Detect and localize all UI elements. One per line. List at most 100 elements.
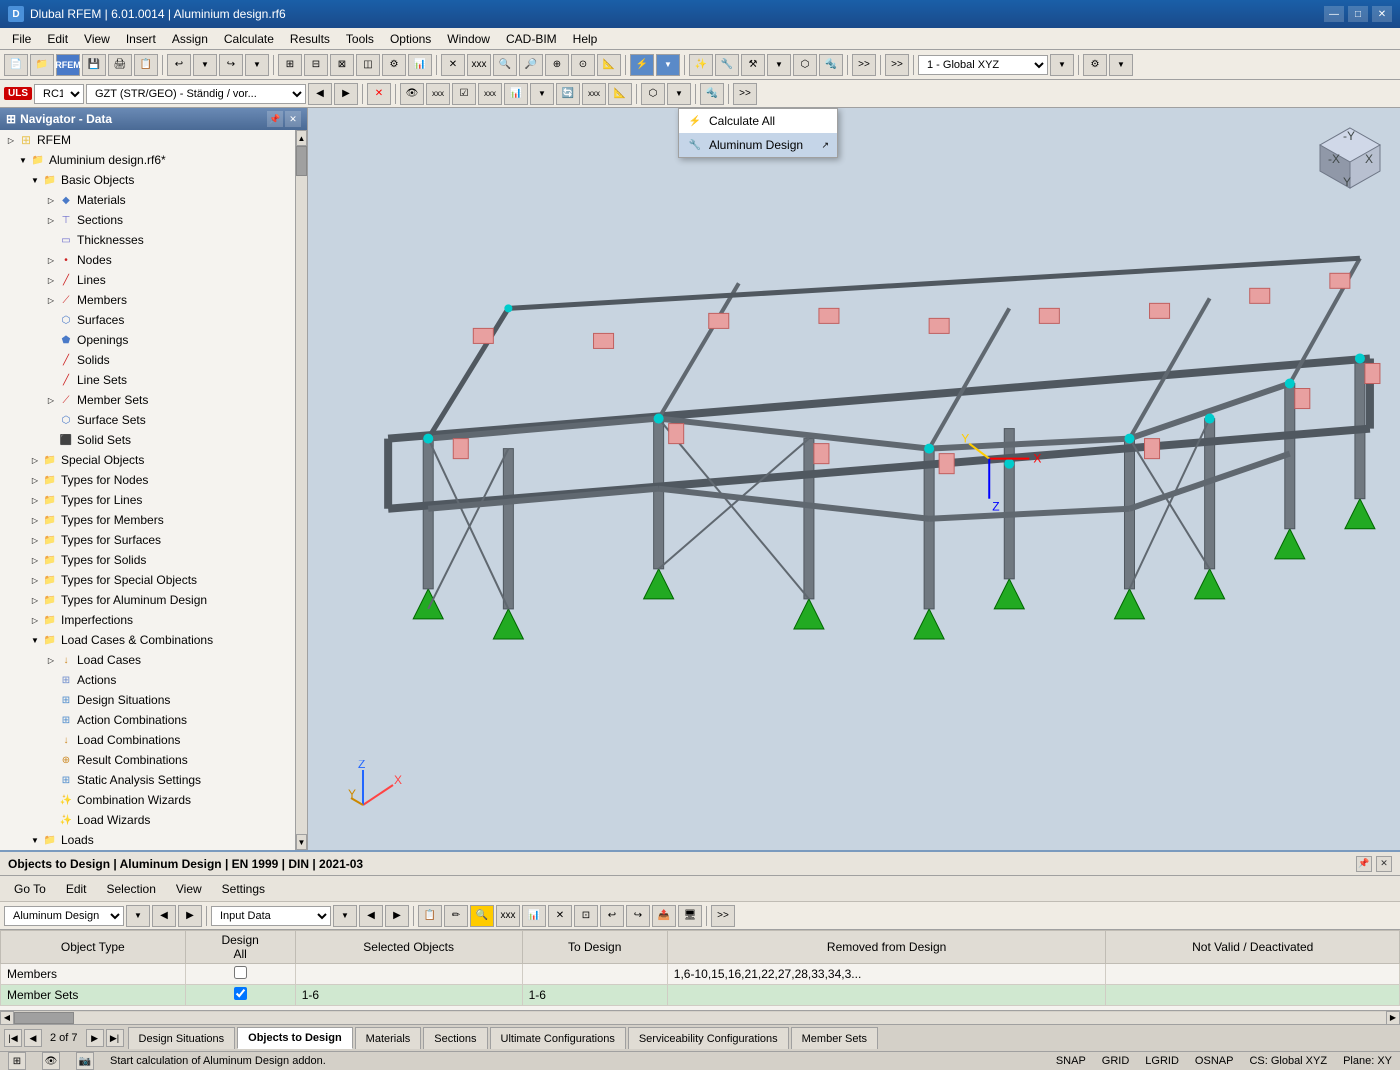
tb9[interactable]: ✕ [441, 54, 465, 76]
tb3[interactable]: ⊞ [278, 54, 302, 76]
nav-materials[interactable]: ▷ ◆ Materials [0, 190, 295, 210]
calculate-all-item[interactable]: ⚡ Calculate All [679, 109, 837, 133]
tb35[interactable]: >> [733, 83, 757, 105]
nav-load-cases-combs[interactable]: ▼ 📁 Load Cases & Combinations [0, 630, 295, 650]
data-prev-btn[interactable]: ◀ [359, 905, 383, 927]
rfem-button[interactable]: RFEM [56, 54, 80, 76]
tb19[interactable]: ⬡ [793, 54, 817, 76]
nav-solid-sets[interactable]: ⬛ Solid Sets [0, 430, 295, 450]
tb32[interactable]: ⬡ [641, 83, 665, 105]
save-button[interactable]: 💾 [82, 54, 106, 76]
load-combo[interactable]: GZT (STR/GEO) - Ständig / vor... [86, 84, 306, 104]
menu-results[interactable]: Results [282, 28, 338, 50]
page-pagination[interactable]: |◀ ◀ 2 of 7 ▶ ▶| [4, 1029, 124, 1047]
nav-lines[interactable]: ▷ ╱ Lines [0, 270, 295, 290]
tb21[interactable]: >> [852, 54, 876, 76]
tb20[interactable]: 🔩 [819, 54, 843, 76]
bt3[interactable]: 🔍 [470, 905, 494, 927]
redo-button[interactable]: ↪ [219, 54, 243, 76]
nav-load-combinations[interactable]: ↓ Load Combinations [0, 730, 295, 750]
next-page-btn[interactable]: ▶ [86, 1029, 104, 1047]
tb7[interactable]: ⚙ [382, 54, 406, 76]
prev-page-btn[interactable]: ◀ [24, 1029, 42, 1047]
data-next-btn[interactable]: ▶ [385, 905, 409, 927]
bt10[interactable]: 📤 [652, 905, 676, 927]
tab-ultimate-configs[interactable]: Ultimate Configurations [490, 1027, 626, 1049]
tab-objects-to-design[interactable]: Objects to Design [237, 1027, 353, 1049]
nav-static-analysis[interactable]: ⊞ Static Analysis Settings [0, 770, 295, 790]
tb23[interactable]: ✕ [367, 83, 391, 105]
tb14[interactable]: ⊙ [571, 54, 595, 76]
nav-types-aluminum[interactable]: ▷ 📁 Types for Aluminum Design [0, 590, 295, 610]
nav-scroll-up-btn[interactable]: ▲ [296, 130, 307, 146]
prev-lc-btn[interactable]: ◀ [308, 83, 332, 105]
nav-scroll-down-btn[interactable]: ▼ [296, 834, 307, 850]
nav-close-btn[interactable]: ✕ [285, 111, 301, 127]
nav-special-objects[interactable]: ▷ 📁 Special Objects [0, 450, 295, 470]
tb26[interactable]: ☑ [452, 83, 476, 105]
calculate-dropdown-menu[interactable]: ⚡ Calculate All 🔧 Aluminum Design ↗ [678, 108, 838, 158]
cell-msets-design-all[interactable] [185, 985, 295, 1006]
first-page-btn[interactable]: |◀ [4, 1029, 22, 1047]
tab-materials[interactable]: Materials [355, 1027, 422, 1049]
edit-menu[interactable]: Edit [58, 878, 95, 900]
tb34[interactable]: 🔩 [700, 83, 724, 105]
module-next-btn[interactable]: ▶ [178, 905, 202, 927]
cell-members-design-all[interactable] [185, 964, 295, 985]
menu-cad-bim[interactable]: CAD-BIM [498, 28, 565, 50]
open-file-button[interactable]: 📁 [30, 54, 54, 76]
nav-imperfections[interactable]: ▷ 📁 Imperfections [0, 610, 295, 630]
table-h-scrollbar[interactable]: ◀ ▶ [0, 1010, 1400, 1024]
nav-thicknesses[interactable]: ▭ Thicknesses [0, 230, 295, 250]
tb18b[interactable]: ▼ [767, 54, 791, 76]
bt8[interactable]: ↩ [600, 905, 624, 927]
tb31[interactable]: 📐 [608, 83, 632, 105]
tb15[interactable]: 📐 [597, 54, 621, 76]
bt7[interactable]: ⊡ [574, 905, 598, 927]
nav-member-sets[interactable]: ▷ ⟋ Member Sets [0, 390, 295, 410]
nav-load-cases[interactable]: ▷ ↓ Load Cases [0, 650, 295, 670]
menu-options[interactable]: Options [382, 28, 439, 50]
calc-all-button[interactable]: ⚡ [630, 54, 654, 76]
nav-load-wizards[interactable]: ✨ Load Wizards [0, 810, 295, 830]
module-prev-btn[interactable]: ◀ [152, 905, 176, 927]
module-dropdown[interactable]: Aluminum Design [4, 906, 124, 926]
objects-table-container[interactable]: Object Type DesignAll Selected Objects T… [0, 930, 1400, 1010]
tb10[interactable]: xxx [467, 54, 491, 76]
tb24[interactable]: 👁 [400, 83, 424, 105]
navigator-content[interactable]: ▷ ⊞ RFEM ▼ 📁 Aluminium design.rf6* ▼ 📁 [0, 130, 295, 850]
menu-calculate[interactable]: Calculate [216, 28, 282, 50]
tab-member-sets[interactable]: Member Sets [791, 1027, 878, 1049]
tb6[interactable]: ◫ [356, 54, 380, 76]
member-sets-design-all-checkbox[interactable] [234, 987, 247, 1000]
bt11[interactable]: 🖥 [678, 905, 702, 927]
new-file-button[interactable]: 📄 [4, 54, 28, 76]
last-page-btn[interactable]: ▶| [106, 1029, 124, 1047]
nav-surfaces[interactable]: ⬡ Surfaces [0, 310, 295, 330]
tb17[interactable]: 🔧 [715, 54, 739, 76]
nav-types-surfaces[interactable]: ▷ 📁 Types for Surfaces [0, 530, 295, 550]
bt4[interactable]: xxx [496, 905, 520, 927]
aluminum-design-item[interactable]: 🔧 Aluminum Design ↗ [679, 133, 837, 157]
tb28[interactable]: 📊 [504, 83, 528, 105]
settings-btn[interactable]: ⚙ [1083, 54, 1107, 76]
nav-loads[interactable]: ▼ 📁 Loads [0, 830, 295, 850]
nav-actions[interactable]: ⊞ Actions [0, 670, 295, 690]
tb16[interactable]: ✨ [689, 54, 713, 76]
menu-help[interactable]: Help [565, 28, 606, 50]
scroll-h-thumb[interactable] [14, 1012, 74, 1024]
viewport[interactable]: X Y Z X Z Y [308, 108, 1400, 850]
tb29[interactable]: 🔄 [556, 83, 580, 105]
menu-file[interactable]: File [4, 28, 39, 50]
selection-menu[interactable]: Selection [99, 878, 164, 900]
tb25[interactable]: xxx [426, 83, 450, 105]
tb28b[interactable]: ▼ [530, 83, 554, 105]
menu-edit[interactable]: Edit [39, 28, 76, 50]
nav-types-members[interactable]: ▷ 📁 Types for Members [0, 510, 295, 530]
nav-types-solids[interactable]: ▷ 📁 Types for Solids [0, 550, 295, 570]
menu-window[interactable]: Window [439, 28, 498, 50]
nav-combination-wizards[interactable]: ✨ Combination Wizards [0, 790, 295, 810]
status-eye-icon[interactable]: 👁 [42, 1052, 60, 1070]
nav-line-sets[interactable]: ╱ Line Sets [0, 370, 295, 390]
close-button[interactable]: ✕ [1372, 6, 1392, 22]
